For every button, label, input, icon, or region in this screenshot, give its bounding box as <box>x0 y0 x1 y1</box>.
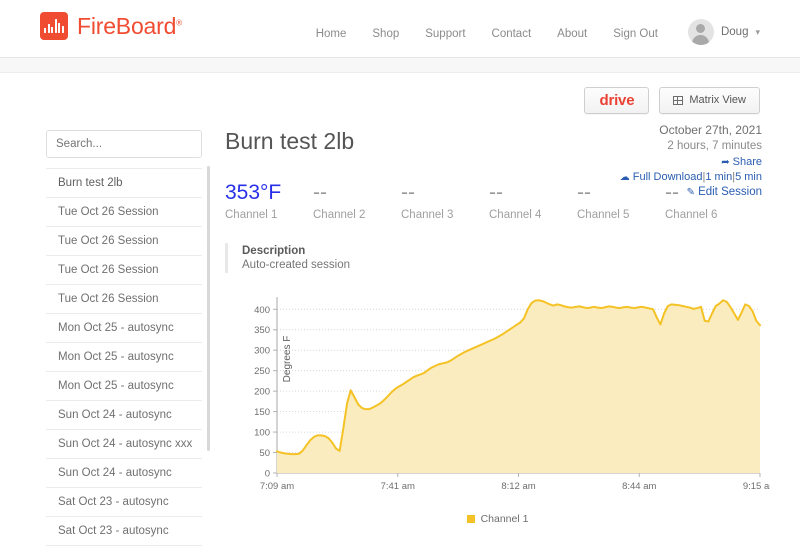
legend-label-channel-1: Channel 1 <box>480 513 529 526</box>
channel-label: Channel 1 <box>225 209 278 222</box>
list-item[interactable]: Sat Oct 23 - autosync <box>46 488 202 517</box>
nav-item-home[interactable]: Home <box>316 28 347 40</box>
matrix-view-button[interactable]: Matrix View <box>659 87 760 114</box>
description-block: Description Auto-created session <box>225 243 772 274</box>
cloud-download-icon: ☁ <box>619 171 630 183</box>
list-item[interactable]: Sat Oct 23 - autosync <box>46 517 202 546</box>
svg-text:350: 350 <box>254 325 270 336</box>
session-sidebar: Burn test 2lbTue Oct 26 SessionTue Oct 2… <box>46 130 210 546</box>
svg-text:0: 0 <box>265 469 270 480</box>
list-item[interactable]: Tue Oct 26 Session <box>46 285 202 314</box>
channel-label: Channel 5 <box>577 209 630 222</box>
channel-label: Channel 2 <box>313 209 366 222</box>
channel-value: 353°F <box>225 181 282 204</box>
channel-label: Channel 6 <box>665 209 718 222</box>
user-menu[interactable]: Doug ▾ <box>687 19 760 45</box>
list-item[interactable]: Tue Oct 26 Session <box>46 198 202 227</box>
channel-readout: -- Channel 2 <box>313 181 401 221</box>
session-date: October 27th, 2021 <box>659 123 762 137</box>
edit-session-link[interactable]: Edit Session <box>698 186 762 198</box>
session-detail: Burn test 2lb October 27th, 2021 2 hours… <box>225 121 772 525</box>
page-body: drive Matrix View Burn test 2lbTue Oct 2… <box>0 73 800 546</box>
share-link[interactable]: Share <box>733 156 762 168</box>
site-header: FireBoard® Home Shop Support Contact Abo… <box>0 0 800 58</box>
download-1min-link[interactable]: 1 min <box>705 171 732 183</box>
list-item[interactable]: Mon Oct 25 - autosync <box>46 372 202 401</box>
svg-text:7:09 am: 7:09 am <box>260 481 294 492</box>
list-item[interactable]: Sun Oct 24 - autosync <box>46 401 202 430</box>
trademark-mark: ® <box>176 17 182 27</box>
session-meta: October 27th, 2021 2 hours, 7 minutes ➦ … <box>620 123 762 200</box>
share-row[interactable]: ➦ Share <box>620 155 762 169</box>
full-download-link[interactable]: Full Download <box>633 171 703 183</box>
header-shadow-strip <box>0 58 800 73</box>
main-navigation: Home Shop Support Contact About Sign Out… <box>316 19 760 47</box>
svg-text:200: 200 <box>254 387 270 398</box>
list-item[interactable]: Tue Oct 26 Session <box>46 256 202 285</box>
nav-item-sign-out[interactable]: Sign Out <box>613 28 658 40</box>
user-name: Doug <box>720 26 749 38</box>
channel-value: -- <box>489 181 503 204</box>
svg-text:Degrees F: Degrees F <box>282 336 293 383</box>
chart-legend: Channel 1 <box>225 513 770 525</box>
svg-text:400: 400 <box>254 305 270 316</box>
channel-value: -- <box>401 181 415 204</box>
edit-row[interactable]: ✎ Edit Session <box>620 185 762 200</box>
sidebar-scrollbar[interactable] <box>207 166 210 451</box>
chevron-down-icon: ▾ <box>755 26 760 37</box>
svg-text:7:41 am: 7:41 am <box>381 481 415 492</box>
svg-text:8:12 am: 8:12 am <box>501 481 535 492</box>
legend-swatch-channel-1 <box>466 515 475 524</box>
brand-name-text: FireBoard <box>77 12 177 39</box>
list-item[interactable]: Sun Oct 24 - autosync xxx <box>46 430 202 459</box>
channel-label: Channel 4 <box>489 209 542 222</box>
channel-readout: 353°F Channel 1 <box>225 181 313 221</box>
svg-text:50: 50 <box>259 448 270 459</box>
pencil-icon: ✎ <box>686 187 695 199</box>
brand-name: FireBoard® <box>77 13 182 40</box>
search-input[interactable] <box>46 130 202 158</box>
nav-item-contact[interactable]: Contact <box>492 28 532 40</box>
share-arrow-icon: ➦ <box>721 156 730 168</box>
brand-logo[interactable]: FireBoard® <box>40 12 182 40</box>
channel-readout: -- Channel 3 <box>401 181 489 221</box>
temperature-chart: 0 50 100 150 200 250 300 350 400 Degrees F 7:09 am… <box>225 291 770 525</box>
description-heading: Description <box>242 245 306 258</box>
nav-item-shop[interactable]: Shop <box>372 28 399 40</box>
grid-icon <box>673 96 684 105</box>
page-toolbar: drive Matrix View <box>584 87 760 114</box>
chart-canvas: 0 50 100 150 200 250 300 350 400 Degrees F 7:09 am… <box>254 297 770 492</box>
list-item[interactable]: Mon Oct 25 - autosync <box>46 314 202 343</box>
svg-text:8:44 am: 8:44 am <box>622 481 656 492</box>
nav-item-support[interactable]: Support <box>425 28 465 40</box>
svg-text:150: 150 <box>254 407 270 418</box>
session-list: Burn test 2lb Tue Oct 26 Session Tue Oct 2… <box>46 168 202 546</box>
session-duration: 2 hours, 7 minutes <box>667 139 762 152</box>
avatar <box>687 19 714 45</box>
matrix-view-label: Matrix View <box>689 94 746 106</box>
list-item[interactable]: Burn test 2lb <box>46 169 202 198</box>
list-item[interactable]: Tue Oct 26 Session <box>46 227 202 256</box>
svg-text:250: 250 <box>254 366 270 377</box>
nav-item-about[interactable]: About <box>557 28 587 40</box>
description-text: Auto-created session <box>242 259 351 272</box>
bar-chart-icon <box>40 12 68 40</box>
list-item[interactable]: Mon Oct 25 - autosync <box>46 343 202 372</box>
download-5min-link[interactable]: 5 min <box>735 171 762 183</box>
svg-text:300: 300 <box>254 346 270 357</box>
channel-value: -- <box>313 181 327 204</box>
list-item[interactable]: Sun Oct 24 - autosync <box>46 459 202 488</box>
svg-text:100: 100 <box>254 428 270 439</box>
download-row: ☁ Full Download|1 min|5 min <box>620 170 762 184</box>
channel-label: Channel 3 <box>401 209 454 222</box>
svg-text:9:15 am: 9:15 am <box>743 481 770 492</box>
channel-readout: -- Channel 4 <box>489 181 577 221</box>
drive-button[interactable]: drive <box>584 87 650 114</box>
